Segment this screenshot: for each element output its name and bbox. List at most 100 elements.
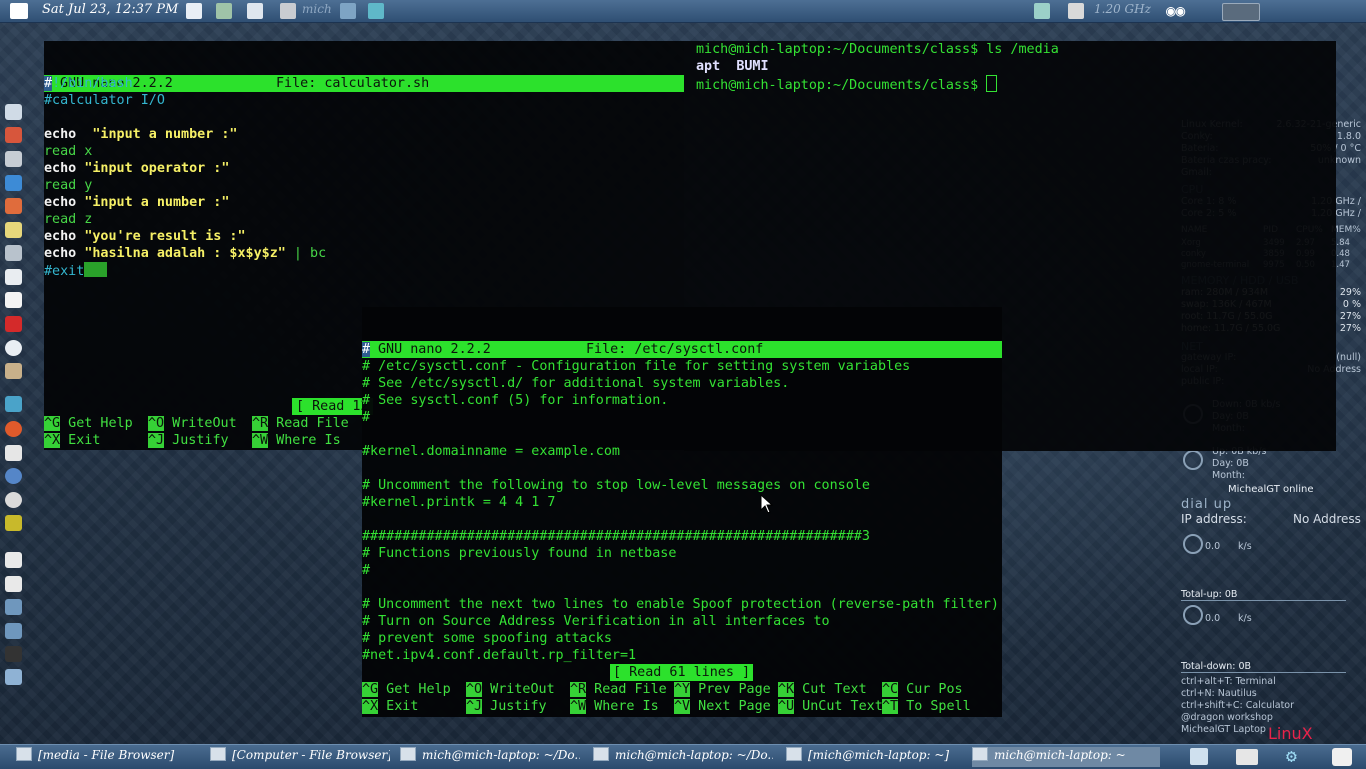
document-icon[interactable] (5, 292, 22, 308)
nano-sysctl-shortcut[interactable]: ^C Cur Pos (882, 681, 963, 698)
nano-sysctl-shortcut[interactable]: ^W Where Is (570, 698, 659, 715)
nano-calc-shortcut[interactable]: ^O WriteOut (148, 415, 237, 432)
pidgin-icon[interactable] (5, 175, 22, 191)
terminal-icon[interactable] (5, 646, 22, 662)
monitor-icon[interactable] (5, 599, 22, 615)
flower-icon[interactable] (368, 3, 384, 19)
ubuntu-menu-icon[interactable] (10, 3, 28, 19)
cpu-icon[interactable] (1068, 3, 1084, 19)
nano-calc-shortcut[interactable]: ^W Where Is (252, 432, 341, 449)
nano-sysctl-titlebar: GNU nano 2.2.2 File: /etc/sysctl.conf (362, 341, 1002, 358)
nano-sysctl-shortcut[interactable]: ^U UnCut Text (778, 698, 883, 715)
nano-sysctl-shortcut[interactable]: ^X Exit (362, 698, 418, 715)
show-desktop-icon[interactable] (1190, 748, 1208, 765)
recycle-icon[interactable] (1034, 3, 1050, 19)
pdf-reader-icon[interactable] (5, 316, 22, 332)
gear-icon[interactable]: ⚙ (1286, 747, 1306, 767)
network-icon[interactable] (5, 552, 22, 568)
nano-calc-shortcut[interactable]: ^R Read File (252, 415, 349, 432)
nano-sysctl-shortcut[interactable]: ^R Read File (570, 681, 667, 698)
nano-sysctl-shortcut[interactable]: ^T To Spell (882, 698, 971, 715)
code-line: #!/bin/bash (44, 75, 133, 92)
nano-sysctl-shortcut-label: Read File (586, 682, 667, 697)
nano-sysctl-shortcut[interactable]: ^K Cut Text (778, 681, 867, 698)
package-icon[interactable] (5, 269, 22, 285)
code-line: # prevent some spoofing attacks (362, 631, 612, 646)
code-line: # (362, 410, 371, 425)
notes-icon[interactable] (5, 222, 22, 238)
nano-sysctl-version: GNU nano 2.2.2 (378, 342, 491, 357)
text-cursor (84, 262, 108, 277)
conky-rate2: 0.0 (1205, 613, 1221, 624)
nano-sysctl-shortcut[interactable]: ^Y Prev Page (674, 681, 771, 698)
conky-total-down: Total-down: 0B (1181, 661, 1346, 673)
nano-sysctl-shortcut[interactable]: ^O WriteOut (466, 681, 555, 698)
taskbar-item-label: [media - File Browser] (38, 748, 175, 762)
taskbar-item[interactable]: [Computer - File Browser] (210, 747, 390, 767)
taskbar-item[interactable]: mich@mich-laptop: ~/Do... (593, 747, 773, 767)
device-icon[interactable] (216, 3, 232, 19)
home-folder-icon[interactable] (5, 396, 22, 412)
code-token: read x (44, 144, 93, 159)
workspace-switcher-icon[interactable] (1222, 3, 1260, 21)
window-icon (593, 747, 609, 761)
nano-sysctl-shortcut-key: ^W (570, 699, 587, 714)
nano-calc-shortcut-label: Read File (268, 416, 349, 431)
shell-prompt[interactable]: mich@mich-laptop:~/Documents/class$ (696, 75, 998, 94)
drive-icon[interactable] (5, 245, 22, 261)
monitor2-icon[interactable] (5, 623, 22, 639)
code-line: echo "you're result is :" (44, 228, 246, 245)
disc-icon[interactable] (5, 492, 22, 508)
nano-sysctl-shortcut[interactable]: ^G Get Help (362, 681, 451, 698)
nano-calc-shortcut-key: ^R (252, 416, 269, 431)
network2-icon[interactable] (5, 576, 22, 592)
code-line: echo "hasilna adalah : $x$y$z" | bc (44, 245, 326, 262)
nano-calc-shortcut-label: Exit (60, 433, 101, 448)
eyes-icon[interactable]: ◉◉ (1166, 3, 1194, 19)
calculator-icon[interactable] (5, 151, 22, 167)
code-line: read x (44, 143, 92, 160)
taskbar-item[interactable]: mich@mich-laptop: ~/Do... (400, 747, 580, 767)
printer-icon[interactable] (5, 445, 22, 461)
code-token: "input a number :" (92, 127, 238, 142)
nano-sysctl-shortcut[interactable]: ^J Justify (466, 698, 547, 715)
code-token: #calculator I/O (44, 93, 165, 108)
taskbar-item-label: [Computer - File Browser] (232, 748, 390, 762)
launcher-label[interactable]: mich (302, 2, 332, 16)
nano-sysctl-shortcut[interactable]: ^V Next Page (674, 698, 771, 715)
taskbar-item[interactable]: [mich@mich-laptop: ~] (786, 747, 966, 767)
help-icon[interactable] (5, 468, 22, 484)
nano-sysctl-shortcut-label: UnCut Text (794, 699, 883, 714)
game-icon[interactable] (5, 198, 22, 214)
mail-icon[interactable] (247, 3, 263, 19)
ubuntu-software-icon[interactable] (5, 421, 22, 437)
conky-total-up: Total-up: 0B (1181, 589, 1346, 601)
nano-sysctl-shortcut-key: ^U (778, 699, 795, 714)
nano-calc-shortcut[interactable]: ^J Justify (148, 432, 229, 449)
nano-calc-editor[interactable]: #!/bin/bash #calculator I/O echo "input a … (44, 75, 684, 295)
firefox-icon[interactable] (5, 127, 22, 143)
taskbar-item[interactable]: mich@mich-laptop: ~ (972, 747, 1160, 767)
settings-icon[interactable] (5, 515, 22, 531)
display-icon[interactable] (5, 669, 22, 685)
nano-calc-shortcut[interactable]: ^X Exit (44, 432, 100, 449)
code-token: # (44, 76, 53, 91)
nano-sysctl-window[interactable]: GNU nano 2.2.2 File: /etc/sysctl.conf # #… (362, 307, 1002, 717)
tools-icon[interactable] (5, 363, 22, 379)
taskbar-item-label: mich@mich-laptop: ~/Do... (422, 748, 580, 762)
screen-icon[interactable] (340, 3, 356, 19)
launcher-icon[interactable] (280, 3, 296, 19)
code-token: echo (44, 127, 77, 142)
nano-sysctl-shortcut-label: Get Help (378, 682, 451, 697)
clock[interactable]: Sat Jul 23, 12:37 PM (42, 2, 178, 17)
code-line: # See sysctl.conf (5) for information. (362, 393, 669, 408)
window-icon (16, 747, 32, 761)
nano-calc-status: [ Read 12 (292, 398, 373, 415)
taskbar-item[interactable]: [media - File Browser] (16, 747, 196, 767)
update-icon[interactable] (5, 340, 22, 356)
nano-calc-shortcut[interactable]: ^G Get Help (44, 415, 133, 432)
terminal-launcher-icon[interactable] (5, 104, 22, 120)
trash-icon[interactable] (186, 3, 202, 19)
keyboard-icon[interactable] (1236, 749, 1258, 765)
mail-notify-icon[interactable] (1332, 748, 1352, 766)
